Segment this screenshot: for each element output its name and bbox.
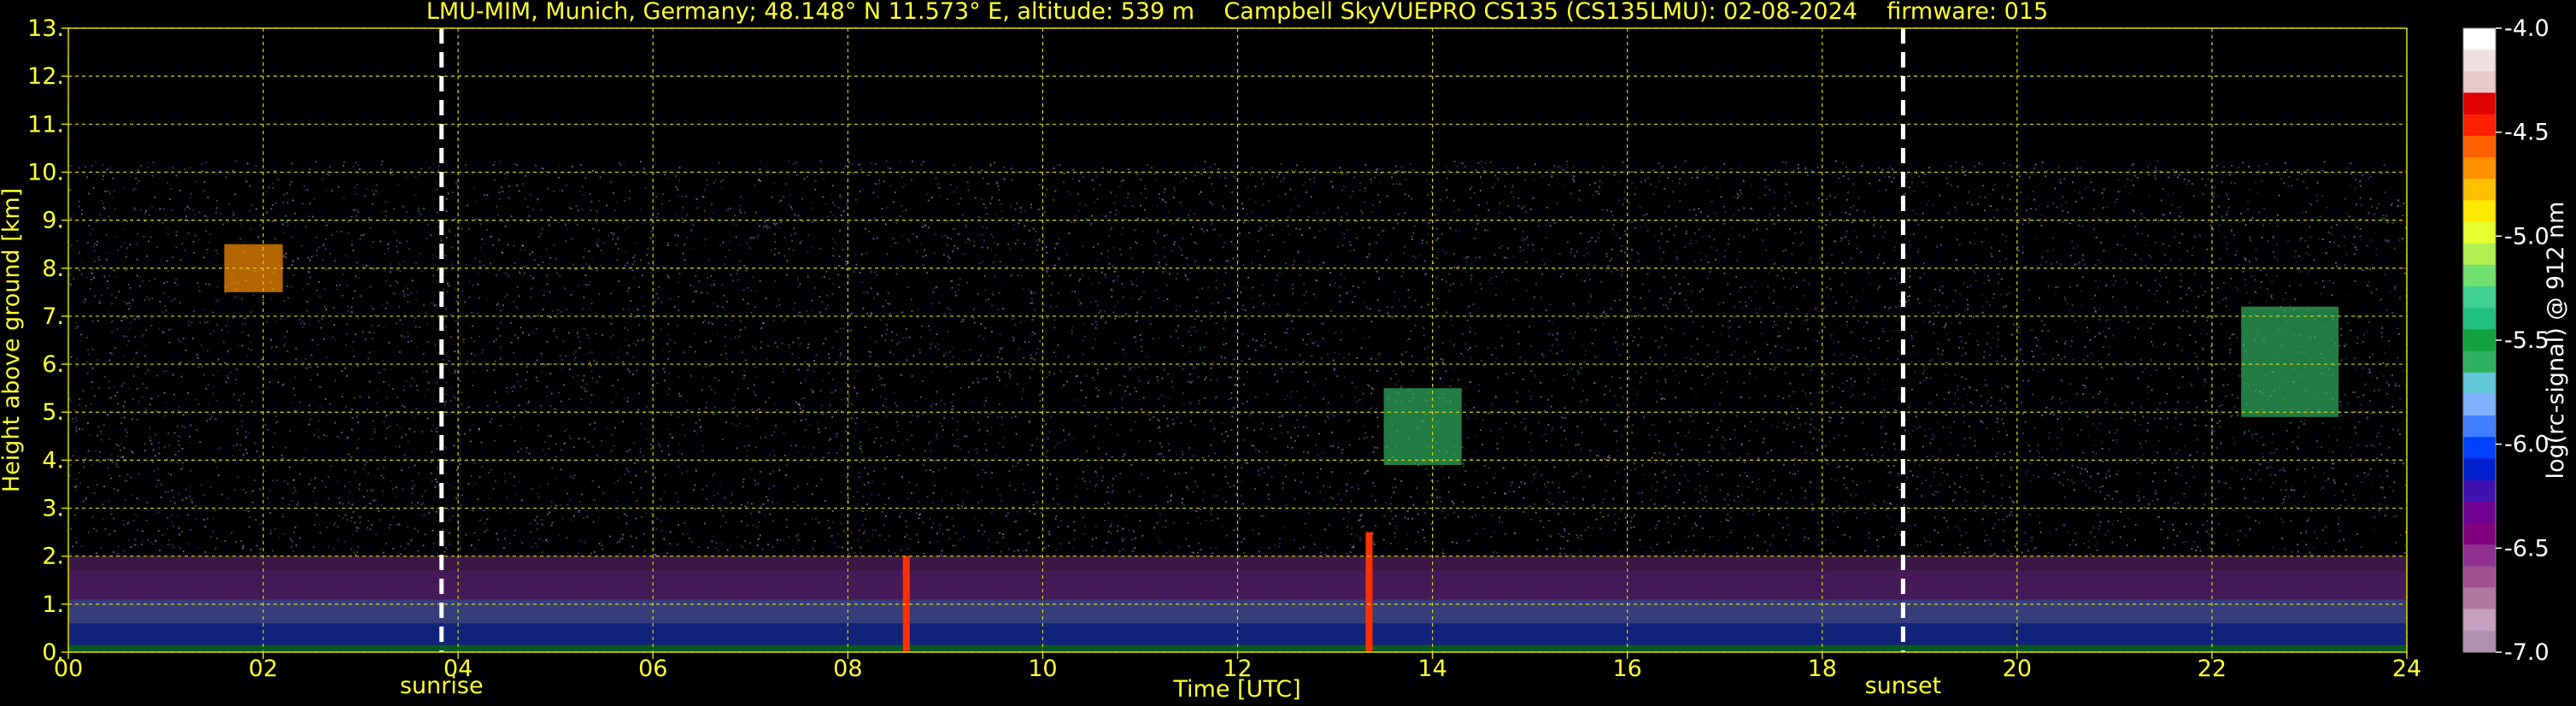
x-tick-label: 18: [1808, 656, 1837, 682]
x-tick-label: 24: [2392, 656, 2421, 682]
colorbar-swatch: [2463, 243, 2496, 266]
y-tick-label: 4.: [42, 447, 64, 474]
colorbar-tick-label: -4.0: [2504, 15, 2550, 42]
y-tick-label: 3.: [42, 496, 64, 522]
x-tick-label: 08: [833, 656, 862, 682]
colorbar-swatch: [2463, 479, 2496, 503]
colorbar-swatch: [2463, 587, 2496, 610]
sun-event-label: sunset: [1865, 673, 1942, 699]
y-tick-label: 11.: [27, 111, 64, 138]
x-tick-label: 06: [638, 656, 667, 682]
colorbar-swatch: [2463, 264, 2496, 287]
colorbar-swatch: [2463, 157, 2496, 179]
y-tick-label: 7.: [42, 303, 64, 330]
y-axis-label: Height above ground [km]: [0, 188, 25, 492]
x-tick-label: 14: [1417, 656, 1446, 682]
colorbar-swatch: [2463, 415, 2496, 438]
colorbar-swatch: [2463, 286, 2496, 309]
y-tick-label: 5.: [42, 399, 64, 426]
sun-event-label: sunrise: [400, 673, 484, 699]
colorbar-swatch: [2463, 200, 2496, 223]
y-tick-label: 13.: [27, 15, 64, 42]
colorbar-swatch: [2463, 221, 2496, 244]
colorbar-swatch: [2463, 630, 2496, 653]
x-tick-label: 02: [249, 656, 278, 682]
rain-feature: [1365, 532, 1373, 652]
colorbar-tick-label: -7.0: [2504, 639, 2550, 666]
y-tick-label: 6.: [42, 351, 64, 378]
colorbar-swatch: [2463, 372, 2496, 395]
x-axis-label: Time [UTC]: [1172, 676, 1300, 703]
y-tick-label: 12.: [27, 63, 64, 90]
colorbar-swatch: [2463, 522, 2496, 545]
colorbar-swatch: [2463, 458, 2496, 481]
cloud-feature: [2241, 306, 2339, 417]
colorbar-swatch: [2463, 71, 2496, 94]
colorbar-swatch: [2463, 544, 2496, 567]
y-tick-label: 9.: [42, 208, 64, 234]
y-tick-label: 0.: [42, 639, 64, 666]
y-tick-label: 2.: [42, 544, 64, 570]
x-tick-label: 16: [1612, 656, 1641, 682]
y-tick-label: 10.: [27, 159, 64, 185]
cloud-feature: [1383, 388, 1462, 465]
colorbar-swatch: [2463, 179, 2496, 201]
colorbar-tick-label: -4.5: [2504, 120, 2550, 146]
colorbar-swatch: [2463, 566, 2496, 589]
ceilometer-figure: 00 02 04 06 08 10 12 14 16 18 20 22 24 0.1.2.3.4.5.6…: [0, 0, 2576, 706]
colorbar-swatch: [2463, 28, 2496, 50]
colorbar-swatch: [2463, 308, 2496, 331]
y-tick-label: 1.: [42, 591, 64, 618]
colorbar-tick-label: -6.5: [2504, 535, 2550, 562]
x-tick-label: 20: [2003, 656, 2032, 682]
colorbar-swatch: [2463, 350, 2496, 374]
colorbar-swatch: [2463, 501, 2496, 524]
colorbar-swatch: [2463, 437, 2496, 460]
colorbar-swatches: [2463, 28, 2496, 653]
colorbar-label: log(rc-signal) @ 912 nm: [2543, 202, 2569, 479]
colorbar-swatch: [2463, 114, 2496, 137]
y-tick-label: 8.: [42, 256, 64, 282]
colorbar-swatch: [2463, 609, 2496, 632]
colorbar-swatch: [2463, 50, 2496, 72]
chart-title: LMU-MIM, Munich, Germany; 48.148° N 11.5…: [426, 0, 2048, 25]
colorbar-swatch: [2463, 92, 2496, 115]
x-tick-label: 10: [1028, 656, 1057, 682]
x-tick-label: 22: [2198, 656, 2227, 682]
colorbar-swatch: [2463, 329, 2496, 352]
colorbar-swatch: [2463, 135, 2496, 158]
colorbar-swatch: [2463, 393, 2496, 416]
